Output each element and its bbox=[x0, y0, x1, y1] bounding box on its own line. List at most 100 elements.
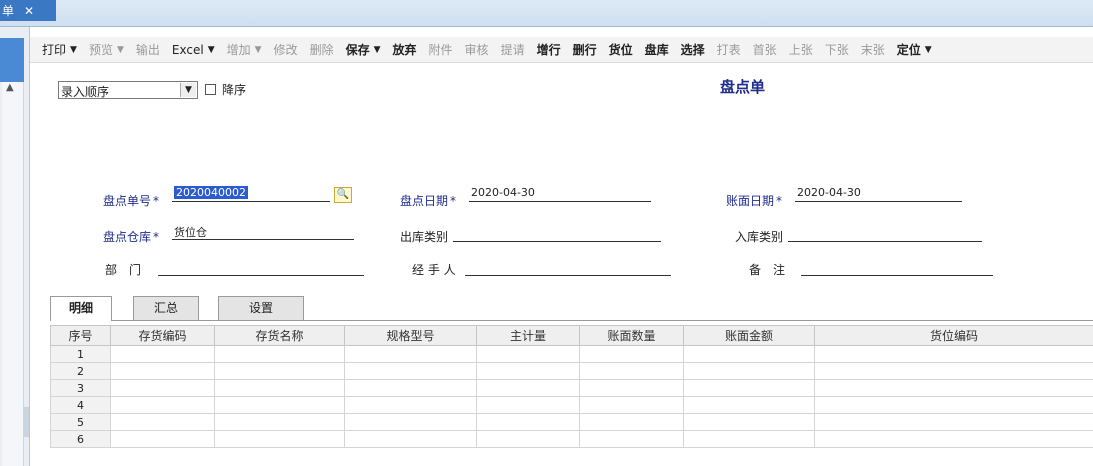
grid-cell[interactable] bbox=[683, 396, 815, 414]
column-header[interactable]: 规格型号 bbox=[344, 325, 477, 346]
remark-field[interactable] bbox=[801, 260, 993, 276]
toolbar-button-11[interactable]: 提请 bbox=[495, 39, 531, 61]
toolbar-button-17[interactable]: 打表 bbox=[711, 39, 747, 61]
grid-cell[interactable] bbox=[579, 362, 684, 380]
row-number[interactable]: 4 bbox=[50, 396, 111, 414]
row-number[interactable]: 6 bbox=[50, 430, 111, 448]
grid-cell[interactable] bbox=[344, 362, 477, 380]
toolbar-button-4[interactable]: 增加 ▼ bbox=[221, 39, 268, 61]
toolbar-button-10[interactable]: 审核 bbox=[459, 39, 495, 61]
warehouse-field[interactable]: 货位仓 bbox=[172, 224, 354, 240]
sort-order-select[interactable]: 录入顺序 ▼ bbox=[58, 81, 198, 99]
table-row[interactable]: 1 bbox=[50, 345, 1093, 363]
column-header[interactable]: 存货编码 bbox=[110, 325, 215, 346]
descending-checkbox[interactable] bbox=[205, 84, 216, 95]
grid-cell[interactable] bbox=[110, 413, 215, 431]
grid-cell[interactable] bbox=[214, 413, 345, 431]
toolbar-button-3[interactable]: Excel ▼ bbox=[166, 39, 221, 61]
toolbar-button-12[interactable]: 增行 bbox=[531, 39, 567, 61]
grid-cell[interactable] bbox=[344, 345, 477, 363]
grid-cell[interactable] bbox=[110, 362, 215, 380]
toolbar-button-18[interactable]: 首张 bbox=[747, 39, 783, 61]
grid-cell[interactable] bbox=[214, 345, 345, 363]
grid-cell[interactable] bbox=[476, 413, 580, 431]
grid-cell[interactable] bbox=[683, 362, 815, 380]
row-number[interactable]: 1 bbox=[50, 345, 111, 363]
grid-cell[interactable] bbox=[214, 396, 345, 414]
grid-cell[interactable] bbox=[579, 413, 684, 431]
book-date-field[interactable]: 2020-04-30 bbox=[795, 186, 962, 202]
grid-cell[interactable] bbox=[814, 413, 1093, 431]
toolbar-button-5[interactable]: 修改 bbox=[268, 39, 304, 61]
grid-cell[interactable] bbox=[344, 396, 477, 414]
out-type-field[interactable] bbox=[453, 226, 661, 242]
grid-cell[interactable] bbox=[476, 379, 580, 397]
grid-cell[interactable] bbox=[344, 379, 477, 397]
grid-cell[interactable] bbox=[476, 396, 580, 414]
scroll-up-icon[interactable]: ▲ bbox=[6, 82, 14, 93]
handler-field[interactable] bbox=[465, 260, 671, 276]
grid-cell[interactable] bbox=[110, 396, 215, 414]
row-number[interactable]: 2 bbox=[50, 362, 111, 380]
grid-cell[interactable] bbox=[214, 379, 345, 397]
toolbar-button-8[interactable]: 放弃 bbox=[387, 39, 423, 61]
toolbar-button-2[interactable]: 输出 bbox=[130, 39, 166, 61]
grid-cell[interactable] bbox=[814, 430, 1093, 448]
grid-cell[interactable] bbox=[214, 362, 345, 380]
grid-cell[interactable] bbox=[110, 379, 215, 397]
grid-cell[interactable] bbox=[579, 396, 684, 414]
column-header[interactable]: 存货名称 bbox=[214, 325, 345, 346]
table-row[interactable]: 4 bbox=[50, 396, 1093, 414]
grid-cell[interactable] bbox=[814, 362, 1093, 380]
toolbar-button-15[interactable]: 盘库 bbox=[639, 39, 675, 61]
chevron-down-icon[interactable]: ▼ bbox=[208, 45, 215, 55]
dept-field[interactable] bbox=[158, 260, 364, 276]
grid-cell[interactable] bbox=[579, 345, 684, 363]
toolbar-button-0[interactable]: 打印 ▼ bbox=[36, 39, 83, 61]
grid-cell[interactable] bbox=[683, 345, 815, 363]
in-type-field[interactable] bbox=[788, 226, 982, 242]
table-row[interactable]: 5 bbox=[50, 413, 1093, 431]
toolbar-button-1[interactable]: 预览 ▼ bbox=[83, 39, 130, 61]
chevron-down-icon[interactable]: ▼ bbox=[255, 45, 262, 55]
chevron-down-icon[interactable]: ▼ bbox=[374, 45, 381, 55]
toolbar-button-9[interactable]: 附件 bbox=[423, 39, 459, 61]
toolbar-button-22[interactable]: 定位 ▼ bbox=[891, 39, 938, 61]
row-number[interactable]: 5 bbox=[50, 413, 111, 431]
toolbar-button-14[interactable]: 货位 bbox=[603, 39, 639, 61]
document-tab[interactable]: 单 ✕ bbox=[0, 0, 56, 21]
tab-detail[interactable]: 明细 bbox=[50, 296, 112, 321]
tab-summary[interactable]: 汇总 bbox=[133, 296, 199, 320]
toolbar-button-21[interactable]: 末张 bbox=[855, 39, 891, 61]
grid-cell[interactable] bbox=[214, 430, 345, 448]
grid-cell[interactable] bbox=[814, 379, 1093, 397]
column-header[interactable]: 货位编码 bbox=[814, 325, 1093, 346]
chevron-down-icon[interactable]: ▼ bbox=[117, 45, 124, 55]
grid-cell[interactable] bbox=[476, 345, 580, 363]
grid-cell[interactable] bbox=[344, 413, 477, 431]
rail-scrollbar[interactable] bbox=[2, 82, 24, 466]
row-number[interactable]: 3 bbox=[50, 379, 111, 397]
chevron-down-icon[interactable]: ▼ bbox=[180, 83, 196, 97]
grid-cell[interactable] bbox=[579, 430, 684, 448]
chevron-down-icon[interactable]: ▼ bbox=[925, 45, 932, 55]
close-icon[interactable]: ✕ bbox=[24, 4, 34, 18]
grid-cell[interactable] bbox=[683, 430, 815, 448]
table-row[interactable]: 6 bbox=[50, 430, 1093, 448]
toolbar-button-19[interactable]: 上张 bbox=[783, 39, 819, 61]
column-header[interactable]: 账面数量 bbox=[579, 325, 684, 346]
column-header[interactable]: 账面金额 bbox=[683, 325, 815, 346]
count-no-field[interactable]: 2020040002 bbox=[172, 186, 330, 202]
grid-cell[interactable] bbox=[476, 362, 580, 380]
toolbar-button-16[interactable]: 选择 bbox=[675, 39, 711, 61]
table-row[interactable]: 2 bbox=[50, 362, 1093, 380]
splitter-handle[interactable] bbox=[23, 407, 29, 437]
grid-cell[interactable] bbox=[814, 396, 1093, 414]
toolbar-button-6[interactable]: 删除 bbox=[304, 39, 340, 61]
grid-cell[interactable] bbox=[110, 345, 215, 363]
count-date-field[interactable]: 2020-04-30 bbox=[469, 186, 651, 202]
grid-cell[interactable] bbox=[476, 430, 580, 448]
tab-settings[interactable]: 设置 bbox=[218, 296, 304, 320]
grid-cell[interactable] bbox=[814, 345, 1093, 363]
toolbar-button-13[interactable]: 删行 bbox=[567, 39, 603, 61]
